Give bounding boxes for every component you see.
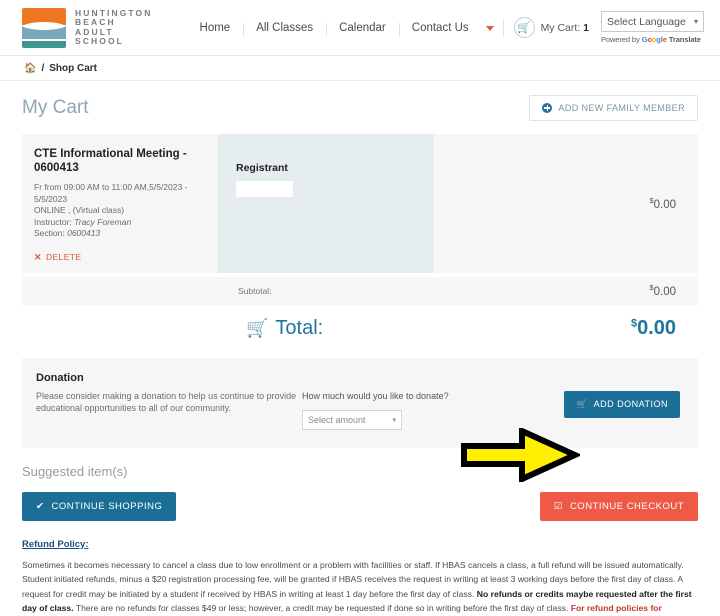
refund-policy-title: Refund Policy: <box>22 538 89 550</box>
donation-action: 🛒 ADD DONATION <box>563 372 680 430</box>
nav-item-contact-us[interactable]: Contact Us <box>398 22 482 36</box>
subtotal-label: Subtotal: <box>238 285 272 296</box>
cart-item-section: Section: 0600413 <box>34 228 206 240</box>
chevron-down-icon: ▾ <box>392 416 396 424</box>
donation-question: How much would you like to donate? <box>302 390 449 401</box>
nav-item-calendar[interactable]: Calendar <box>326 22 399 36</box>
cart-item-title: CTE Informational Meeting - 0600413 <box>34 148 187 174</box>
refund-red-1: For refund policies for <box>570 603 662 613</box>
cart-label-text: My Cart: <box>540 21 581 34</box>
registrant-cell: Registrant <box>218 134 434 273</box>
cart-item-schedule: Fr from 09:00 AM to 11:00 AM,5/5/2023 - … <box>34 182 188 204</box>
plus-circle-icon <box>542 103 553 113</box>
site-header: HUNTINGTON BEACH ADULT SCHOOL Home All C… <box>0 0 720 56</box>
page-title: My Cart <box>22 97 89 118</box>
powered-by-google-translate: Powered by Google Translate <box>601 35 701 44</box>
table-row: CTE Informational Meeting - 0600413 Fr f… <box>22 134 698 273</box>
breadcrumb: 🏠 / Shop Cart <box>0 56 720 81</box>
cart-item-location: ONLINE , (Virtual class) <box>34 205 125 215</box>
language-select-value: Select Language <box>607 15 686 28</box>
registrant-input[interactable] <box>236 181 293 197</box>
main-navigation: Home All Classes Calendar Contact Us <box>187 22 482 36</box>
shopping-cart-icon: 🛒 <box>246 318 269 338</box>
donation-text: Please consider making a donation to hel… <box>36 390 297 414</box>
logo-mark-icon <box>20 7 68 48</box>
instructor-label: Instructor: <box>34 216 72 227</box>
total-amount: 0.00 <box>637 316 676 339</box>
total-label: Total: <box>275 316 324 339</box>
subtotal-value: $0.00 <box>649 283 676 298</box>
suggested-items-heading: Suggested item(s) <box>22 463 128 479</box>
page-content: My Cart ADD NEW FAMILY MEMBER CTE Inform… <box>0 81 720 616</box>
chevron-down-icon: ▾ <box>693 17 698 26</box>
powered-suffix: Translate <box>668 35 701 44</box>
cart-item-details: CTE Informational Meeting - 0600413 Fr f… <box>22 134 218 273</box>
divider <box>502 19 504 36</box>
brand-name: HUNTINGTON BEACH ADULT SCHOOL <box>75 8 153 47</box>
continue-checkout-label: CONTINUE CHECKOUT <box>569 500 684 512</box>
yellow-pointer-arrow-icon <box>461 428 580 482</box>
breadcrumb-current: Shop Cart <box>49 62 98 74</box>
continue-shopping-button[interactable]: ✔ CONTINUE SHOPPING <box>22 491 177 521</box>
instructor-name: Tracy Foreman <box>74 216 132 227</box>
account-chevron-down-icon[interactable] <box>485 26 494 31</box>
cart-actions: ✔ CONTINUE SHOPPING ☑ CONTINUE CHECKOUT <box>22 491 698 524</box>
delete-item-button[interactable]: ✕ DELETE <box>34 252 206 263</box>
language-select[interactable]: Select Language ▾ <box>601 11 704 32</box>
registrant-label: Registrant <box>236 162 288 174</box>
checkbox-checked-icon: ☑ <box>553 500 563 512</box>
donation-title: Donation <box>36 371 84 384</box>
subtotal-row: Subtotal: $0.00 <box>22 276 698 305</box>
add-new-family-member-button[interactable]: ADD NEW FAMILY MEMBER <box>529 95 698 121</box>
add-donation-label: ADD DONATION <box>593 399 668 409</box>
refund-policy-text: Sometimes it becomes necessary to cancel… <box>22 558 698 616</box>
check-icon: ✔ <box>36 500 45 512</box>
delete-label: DELETE <box>45 252 82 262</box>
cart-item-meta: Fr from 09:00 AM to 11:00 AM,5/5/2023 - … <box>34 182 206 240</box>
nav-item-home[interactable]: Home <box>187 22 244 34</box>
total-row: 🛒 Total: $0.00 <box>22 304 698 352</box>
subtotal-amount: 0.00 <box>653 285 676 298</box>
close-icon: ✕ <box>34 251 42 262</box>
section-label: Section: <box>34 228 65 238</box>
language-selector-wrap: Select Language ▾ Powered by Google Tran… <box>601 11 704 44</box>
brand-line-4: SCHOOL <box>75 36 124 46</box>
add-donation-button[interactable]: 🛒 ADD DONATION <box>563 390 680 418</box>
nav-item-all-classes[interactable]: All Classes <box>243 22 326 36</box>
page-header: My Cart ADD NEW FAMILY MEMBER <box>22 95 698 121</box>
cart-icon: 🛒 <box>575 398 588 409</box>
site-logo[interactable]: HUNTINGTON BEACH ADULT SCHOOL <box>20 7 153 48</box>
section-value: 0600413 <box>67 228 101 238</box>
donation-description: Donation Please consider making a donati… <box>36 372 302 430</box>
cart-summary[interactable]: My Cart: 1 <box>541 22 589 34</box>
refund-paragraph-2: There are no refunds for classes $49 or … <box>73 603 571 613</box>
cart-item-price-cell: $0.00 <box>434 134 698 273</box>
total-value: $0.00 <box>631 317 676 340</box>
donation-section: Donation Please consider making a donati… <box>22 357 698 448</box>
cart-item-instructor: Instructor: Tracy Foreman <box>34 217 206 229</box>
google-logo-icon: Google <box>641 35 667 44</box>
breadcrumb-separator: / <box>41 62 45 74</box>
continue-shopping-label: CONTINUE SHOPPING <box>51 500 163 512</box>
cart-icon[interactable]: 🛒 <box>513 17 535 38</box>
add-new-family-member-label: ADD NEW FAMILY MEMBER <box>558 103 685 113</box>
cart-count: 1 <box>583 21 589 34</box>
header-right-controls: 🛒 My Cart: 1 Select Language ▾ Powered b… <box>485 11 706 44</box>
donation-amount-value: Select amount <box>308 414 366 425</box>
price-value: 0.00 <box>653 198 676 211</box>
continue-checkout-button[interactable]: ☑ CONTINUE CHECKOUT <box>539 491 698 521</box>
cart-item-price: $0.00 <box>649 196 676 211</box>
home-icon[interactable]: 🏠 <box>24 63 36 74</box>
cart-table: CTE Informational Meeting - 0600413 Fr f… <box>22 134 698 352</box>
donation-amount-field: How much would you like to donate? Selec… <box>302 372 492 430</box>
donation-amount-select[interactable]: Select amount ▾ <box>302 409 402 430</box>
powered-prefix: Powered by <box>601 35 640 44</box>
